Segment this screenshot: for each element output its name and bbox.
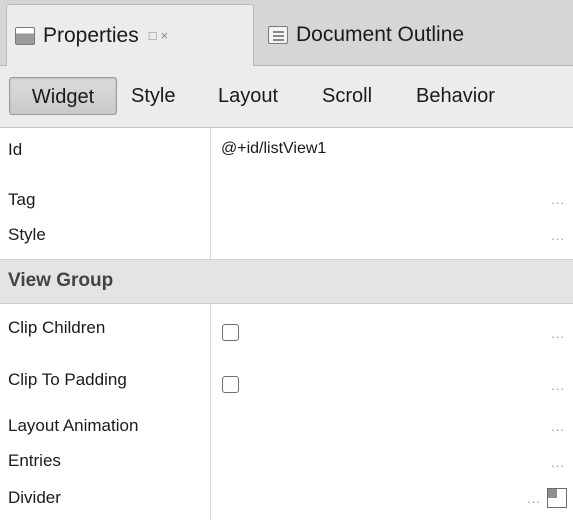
property-name: Clip To Padding	[8, 370, 127, 389]
property-name: Id	[8, 140, 23, 159]
section-title: View Group	[8, 270, 114, 291]
close-icon[interactable]: ×	[161, 28, 169, 43]
property-name: Layout Animation	[8, 416, 139, 435]
property-name: Style	[8, 225, 46, 244]
ellipsis-button[interactable]: ...	[551, 419, 565, 434]
minimize-icon[interactable]: □	[149, 28, 157, 43]
category-widget-button[interactable]: Widget	[9, 77, 117, 115]
property-value-id[interactable]: @+id/listView1	[221, 140, 326, 158]
category-behavior-button[interactable]: Behavior	[416, 77, 495, 115]
ellipsis-button[interactable]: ...	[551, 378, 565, 393]
category-toolbar: Widget Style Layout Scroll Behavior	[0, 66, 573, 128]
ellipsis-button[interactable]: ...	[551, 455, 565, 470]
property-name: Divider	[8, 488, 61, 507]
property-row-tag[interactable]: Tag ...	[0, 186, 573, 212]
property-row-clip-to-padding[interactable]: Clip To Padding ...	[0, 368, 573, 400]
property-row-clip-children[interactable]: Clip Children ...	[0, 316, 573, 348]
outline-icon	[268, 26, 288, 44]
tab-document-outline-label: Document Outline	[296, 23, 465, 46]
tab-properties[interactable]: Properties □ ×	[6, 4, 254, 66]
clip-to-padding-checkbox[interactable]	[222, 376, 239, 393]
property-row-divider[interactable]: Divider ...	[0, 485, 573, 513]
ellipsis-button[interactable]: ...	[551, 192, 565, 207]
ellipsis-button[interactable]: ...	[551, 228, 565, 243]
property-row-style[interactable]: Style ...	[0, 223, 573, 249]
section-header-view-group[interactable]: View Group	[0, 259, 573, 304]
category-layout-button[interactable]: Layout	[218, 77, 278, 115]
category-scroll-button[interactable]: Scroll	[322, 77, 372, 115]
property-grid: Id @+id/listView1 Tag ... Style ... View…	[0, 128, 573, 520]
properties-icon	[15, 26, 35, 45]
tab-document-outline[interactable]: Document Outline	[260, 4, 560, 66]
property-row-entries[interactable]: Entries ...	[0, 450, 573, 476]
property-name: Entries	[8, 451, 61, 470]
property-row-layout-animation[interactable]: Layout Animation ...	[0, 413, 573, 439]
clip-children-checkbox[interactable]	[222, 324, 239, 341]
color-picker-icon[interactable]	[547, 488, 567, 508]
property-name: Clip Children	[8, 318, 106, 337]
property-name: Tag	[8, 190, 36, 209]
ellipsis-button[interactable]: ...	[551, 326, 565, 341]
property-row-id[interactable]: Id @+id/listView1	[0, 140, 573, 166]
tab-properties-label: Properties	[43, 23, 139, 47]
ellipsis-button[interactable]: ...	[527, 491, 541, 506]
category-style-button[interactable]: Style	[131, 77, 175, 115]
view-tab-strip: Properties □ × Document Outline	[0, 0, 573, 66]
